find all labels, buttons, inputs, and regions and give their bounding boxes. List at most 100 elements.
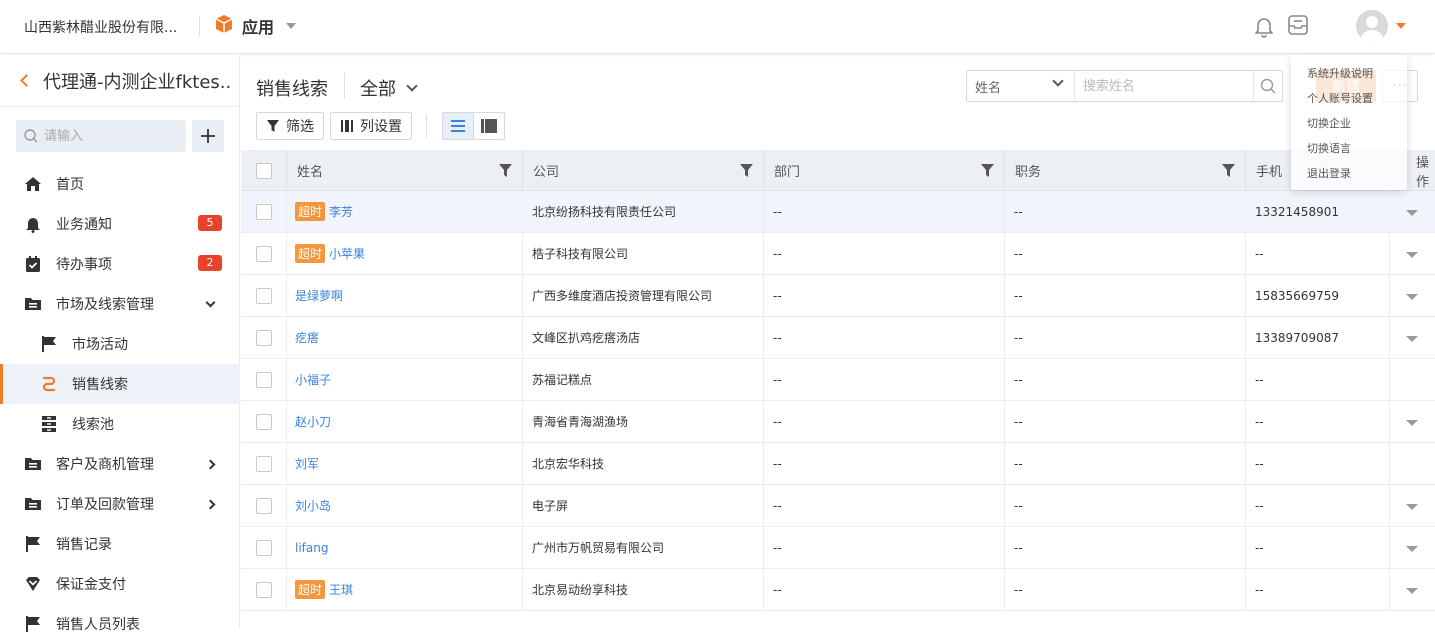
row-action-caret-icon[interactable]: [1406, 504, 1418, 510]
table-row[interactable]: 是绿萝啊 广西多维度酒店投资管理有限公司 -- -- 15835669759: [241, 275, 1435, 317]
sidebar-item-label: 首页: [56, 177, 84, 193]
row-action-caret-icon[interactable]: [1406, 336, 1418, 342]
menu-item-switch-company[interactable]: 切换企业: [1307, 115, 1351, 131]
sidebar-item-market-activity[interactable]: 市场活动: [0, 324, 240, 364]
view-selector[interactable]: 全部: [360, 75, 418, 101]
list-view-button[interactable]: [443, 113, 474, 139]
sidebar-item-sales-leads[interactable]: 销售线索: [0, 364, 240, 404]
menu-item-upgrade-notes[interactable]: 系统升级说明: [1307, 65, 1373, 81]
lead-name-link[interactable]: 刘军: [295, 455, 319, 472]
row-action-caret-icon[interactable]: [1406, 588, 1418, 594]
name-cell: 刘小岛: [287, 485, 523, 526]
column-header-department[interactable]: 部门: [764, 150, 1005, 191]
bell-icon[interactable]: [1252, 14, 1276, 42]
sidebar-item-customers[interactable]: 客户及商机管理: [0, 444, 240, 484]
row-select-cell: [241, 359, 287, 400]
sidebar-item-deposit-payment[interactable]: 保证金支付: [0, 564, 240, 604]
sidebar-search: [16, 120, 186, 152]
search-button[interactable]: [1252, 71, 1282, 101]
row-checkbox[interactable]: [256, 456, 272, 472]
divider: [199, 16, 200, 36]
row-checkbox[interactable]: [256, 372, 272, 388]
lead-name-link[interactable]: 刘小岛: [295, 497, 331, 514]
lead-name-link[interactable]: 小福子: [295, 371, 331, 388]
list-icon: [450, 120, 465, 132]
column-header-name[interactable]: 姓名: [287, 150, 523, 191]
sidebar-item-sales-records[interactable]: 销售记录: [0, 524, 240, 564]
flag-icon: [42, 336, 56, 352]
menu-item-switch-language[interactable]: 切换语言: [1307, 140, 1351, 156]
lead-name-link[interactable]: 赵小刀: [295, 413, 331, 430]
add-button[interactable]: [192, 120, 224, 152]
column-settings-button[interactable]: 列设置: [330, 112, 412, 140]
row-checkbox[interactable]: [256, 540, 272, 556]
table-row[interactable]: 超时 王琪 北京易动纷享科技 -- -- --: [241, 569, 1435, 611]
sidebar-item-sales-staff[interactable]: 销售人员列表: [0, 604, 240, 644]
header-label: 职务: [1015, 165, 1042, 180]
sidebar-item-market-leads[interactable]: 市场及线索管理: [0, 284, 240, 324]
row-action-caret-icon[interactable]: [1406, 210, 1418, 216]
row-action-caret-icon[interactable]: [1406, 252, 1418, 258]
table-row[interactable]: 赵小刀 青海省青海湖渔场 -- -- --: [241, 401, 1435, 443]
menu-item-account-settings[interactable]: 个人账号设置: [1307, 90, 1373, 106]
sidebar-item-todo[interactable]: 待办事项 2: [0, 244, 240, 284]
row-select-cell: [241, 401, 287, 442]
title-cell: --: [1005, 527, 1246, 568]
lead-name-link[interactable]: 疙瘩: [295, 329, 319, 346]
filter-icon: [740, 164, 753, 177]
row-checkbox[interactable]: [256, 414, 272, 430]
dept-cell: --: [764, 317, 1005, 358]
lead-name-link[interactable]: 是绿萝啊: [295, 287, 343, 304]
row-checkbox[interactable]: [256, 246, 272, 262]
action-cell: [1390, 443, 1435, 484]
search-field-select[interactable]: 姓名: [967, 71, 1075, 101]
table-row[interactable]: 疙瘩 文峰区扒鸡疙瘩汤店 -- -- 13389709087: [241, 317, 1435, 359]
row-action-caret-icon[interactable]: [1406, 546, 1418, 552]
lead-name-link[interactable]: 王琪: [329, 581, 353, 598]
sidebar-item-label: 销售人员列表: [56, 617, 140, 633]
company-name[interactable]: 山西紫林醋业股份有限...: [24, 17, 177, 37]
select-all-checkbox[interactable]: [256, 163, 272, 179]
table-row[interactable]: 刘军 北京宏华科技 -- -- --: [241, 443, 1435, 485]
chevron-down-icon: [406, 80, 418, 92]
table-row[interactable]: 超时 李芳 北京纷扬科技有限责任公司 -- -- 13321458901: [241, 191, 1435, 233]
sidebar-item-lead-pool[interactable]: 线索池: [0, 404, 240, 444]
avatar[interactable]: [1356, 10, 1388, 42]
app-switcher[interactable]: 应用: [214, 14, 297, 38]
caret-down-icon[interactable]: [1396, 23, 1406, 29]
dept-cell: --: [764, 233, 1005, 274]
company-cell: 广州市万帆贸易有限公司: [523, 527, 764, 568]
sidebar-item-home[interactable]: 首页: [0, 164, 240, 204]
row-checkbox[interactable]: [256, 204, 272, 220]
sidebar-item-notifications[interactable]: 业务通知 5: [0, 204, 240, 244]
row-action-caret-icon[interactable]: [1406, 420, 1418, 426]
inbox-icon[interactable]: [1286, 13, 1310, 41]
menu-item-logout[interactable]: 退出登录: [1307, 165, 1351, 181]
lead-name-link[interactable]: lifang: [295, 541, 328, 555]
table-row[interactable]: 刘小岛 电子屏 -- -- --: [241, 485, 1435, 527]
sidebar-item-orders[interactable]: 订单及回款管理: [0, 484, 240, 524]
row-action-caret-icon[interactable]: [1406, 294, 1418, 300]
row-checkbox[interactable]: [256, 330, 272, 346]
table-row[interactable]: lifang 广州市万帆贸易有限公司 -- -- --: [241, 527, 1435, 569]
sidebar-item-label: 线索池: [72, 417, 114, 433]
column-header-title[interactable]: 职务: [1005, 150, 1246, 191]
row-checkbox[interactable]: [256, 498, 272, 514]
row-checkbox[interactable]: [256, 582, 272, 598]
card-view-button[interactable]: [474, 113, 504, 139]
lead-name-link[interactable]: 李芳: [329, 203, 353, 220]
search-input[interactable]: [1074, 71, 1253, 101]
row-checkbox[interactable]: [256, 288, 272, 304]
title-cell: --: [1005, 233, 1246, 274]
filter-button[interactable]: 筛选: [256, 112, 324, 140]
table-row[interactable]: 超时 小苹果 梏子科技有限公司 -- -- --: [241, 233, 1435, 275]
table-row[interactable]: 小福子 苏福记糕点 -- -- --: [241, 359, 1435, 401]
column-header-company[interactable]: 公司: [523, 150, 764, 191]
select-all-cell: [241, 150, 287, 191]
chevron-down-icon: [1052, 75, 1064, 87]
lead-name-link[interactable]: 小苹果: [329, 245, 365, 262]
sidebar-item-label: 市场及线索管理: [56, 297, 154, 313]
back-arrow-icon[interactable]: [20, 74, 33, 87]
sidebar-search-input[interactable]: [44, 128, 174, 144]
overdue-tag: 超时: [295, 580, 326, 599]
